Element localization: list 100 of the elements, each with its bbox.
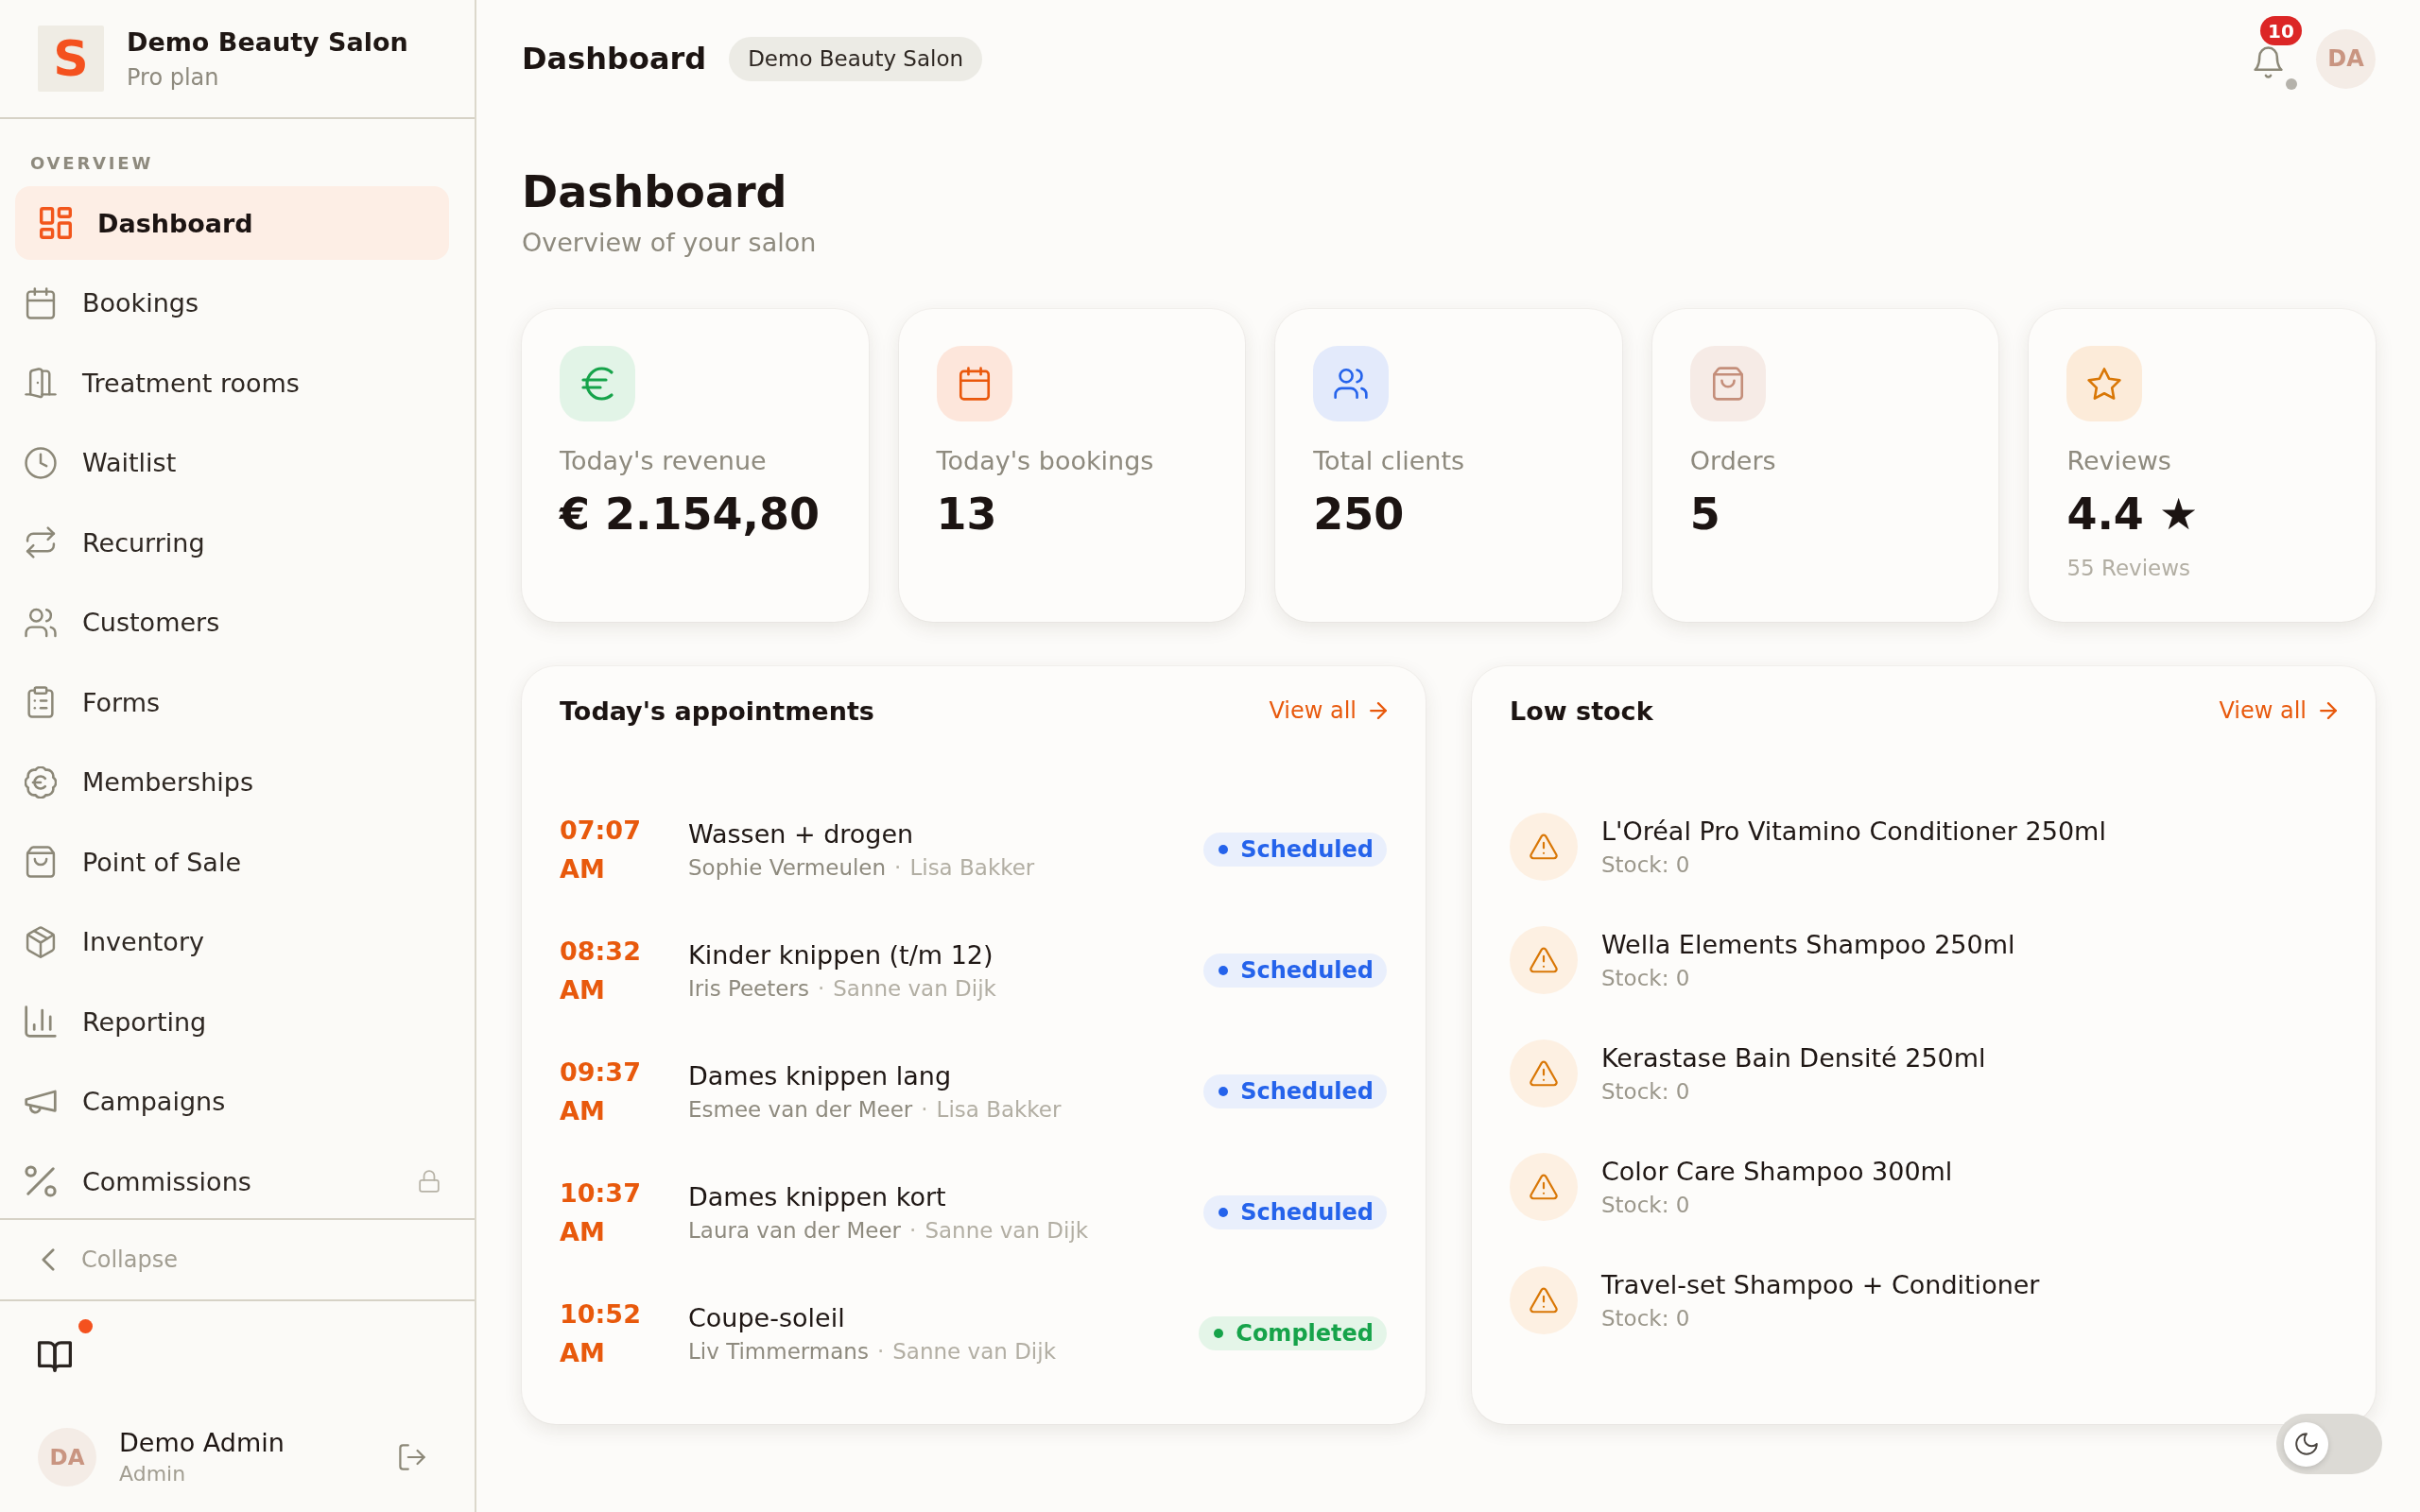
stock-level: Stock: 0 [1601, 1077, 1691, 1106]
moon-icon [2294, 1433, 2318, 1455]
nav-item[interactable]: Point of Sale [15, 825, 449, 899]
nav-item[interactable]: Memberships [15, 745, 449, 819]
calendar-icon [936, 346, 1012, 421]
plan-label: Pro plan [127, 62, 220, 92]
stat-value: € 2.154,80 [560, 488, 821, 541]
chevron-left-icon [42, 1248, 55, 1271]
status-label: Completed [1236, 1320, 1374, 1347]
separator: · [876, 1338, 885, 1364]
page-title: Dashboard [522, 165, 788, 218]
appointment-time: 10:52 AM [560, 1298, 642, 1369]
staff-name: Lisa Bakker [936, 1096, 1062, 1122]
euro-icon [560, 346, 635, 421]
stat-label: Total clients [1313, 445, 1466, 477]
status-dot-icon [1219, 966, 1229, 975]
logout-button[interactable] [399, 1444, 425, 1470]
star-icon [2066, 346, 2143, 421]
stat-label: Reviews [2066, 445, 2172, 477]
status-label: Scheduled [1240, 1199, 1374, 1226]
logout-icon [399, 1444, 425, 1470]
status-label: Scheduled [1240, 957, 1374, 984]
clock-icon [25, 446, 57, 479]
nav-item[interactable]: Dashboard [15, 186, 449, 260]
nav-item[interactable]: Recurring [15, 506, 449, 579]
service-name: Wassen + drogen [688, 817, 915, 850]
service-name: Kinder knippen (t/m 12) [688, 938, 994, 971]
guide-button[interactable] [38, 1341, 72, 1372]
user-role: Admin [119, 1461, 187, 1487]
status-dot-icon [1219, 1087, 1229, 1096]
product-name: L'Oréal Pro Vitamino Conditioner 250ml [1601, 815, 2106, 848]
user-name: Demo Admin [119, 1427, 285, 1459]
staff-name: Sanne van Dijk [925, 1217, 1089, 1243]
card-title: Today's appointments [560, 696, 874, 726]
appointment-time: 09:37 AM [560, 1057, 642, 1127]
stat-value: 250 [1313, 488, 1406, 541]
appointment-time: 08:32 AM [560, 936, 642, 1006]
product-name: Kerastase Bain Densité 250ml [1601, 1041, 1986, 1074]
stock-level: Stock: 0 [1601, 964, 1691, 992]
grid-icon [40, 207, 72, 239]
notifications-button[interactable] [2254, 46, 2283, 78]
box-icon [25, 925, 57, 958]
staff-name: Sanne van Dijk [833, 975, 996, 1001]
nav-item[interactable]: Campaigns [15, 1064, 449, 1139]
users-icon [1313, 346, 1390, 421]
stock-level: Stock: 0 [1601, 1191, 1691, 1219]
stat-value: 4.4 ★ [2066, 488, 2200, 541]
nav-item[interactable]: Treatment rooms [15, 346, 449, 420]
status-dot-icon [1219, 1208, 1229, 1217]
customer-name: Esmee van der Meer [688, 1096, 913, 1122]
service-name: Coupe-soleil [688, 1301, 846, 1334]
nav-item[interactable]: Waitlist [15, 425, 449, 500]
stat-note: 55 Reviews [2066, 555, 2191, 582]
salon-name: Demo Beauty Salon [127, 26, 408, 59]
status-label: Scheduled [1240, 1078, 1374, 1105]
nav-item[interactable]: Inventory [15, 904, 449, 979]
arrow-right-icon [2320, 702, 2337, 719]
staff-name: Sanne van Dijk [892, 1338, 1056, 1364]
notification-count-badge: 10 [2260, 16, 2302, 45]
card-title: Low stock [1510, 696, 1653, 726]
separator: · [894, 854, 902, 880]
stock-level: Stock: 0 [1601, 850, 1691, 879]
shopping-bag-icon [25, 846, 57, 878]
customer-name: Iris Peeters [688, 975, 809, 1001]
stat-label: Today's bookings [936, 445, 1155, 477]
book-icon [38, 1341, 72, 1372]
product-name: Travel-set Shampoo + Conditioner [1601, 1268, 2040, 1301]
customer-name: Laura van der Meer [688, 1217, 902, 1243]
percent-icon [25, 1165, 57, 1197]
separator: · [921, 1096, 928, 1122]
arrow-right-icon [1370, 702, 1387, 719]
bar-chart-icon [25, 1005, 57, 1038]
door-icon [25, 367, 57, 399]
service-name: Dames knippen kort [688, 1180, 947, 1213]
page-subtitle: Overview of your salon [522, 227, 818, 259]
nav-item[interactable]: Customers [15, 585, 449, 660]
nav-item[interactable]: Forms [15, 665, 449, 739]
repeat-icon [25, 526, 57, 558]
product-name: Wella Elements Shampoo 250ml [1601, 928, 2015, 961]
separator: · [817, 975, 825, 1001]
product-name: Color Care Shampoo 300ml [1601, 1155, 1953, 1188]
nav-item[interactable]: Reporting [15, 985, 449, 1058]
users-icon [25, 606, 57, 639]
calendar-icon [25, 286, 57, 319]
shopping-bag-icon [1689, 346, 1766, 421]
bell-icon [2254, 46, 2283, 78]
stat-value: 5 [1689, 488, 1721, 541]
separator: · [909, 1217, 917, 1243]
nav-item[interactable]: Bookings [15, 266, 449, 340]
euro-badge-icon [25, 765, 57, 799]
service-name: Dames knippen lang [688, 1059, 953, 1092]
header-title: Dashboard [522, 41, 707, 77]
nav-item[interactable]: Commissions [15, 1144, 449, 1218]
status-dot-icon [1214, 1329, 1224, 1338]
customer-name: Liv Timmermans [688, 1338, 869, 1364]
stat-value: 13 [936, 488, 998, 541]
customer-name: Sophie Vermeulen [688, 854, 887, 880]
section-label: OVERVIEW [30, 152, 155, 175]
stock-level: Stock: 0 [1601, 1304, 1691, 1332]
stat-label: Today's revenue [560, 445, 768, 477]
